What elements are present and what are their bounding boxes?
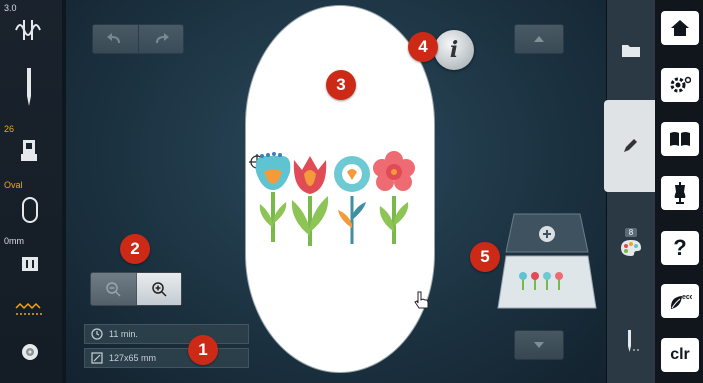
- layer-count-badge: 8: [624, 227, 638, 237]
- callout-4: 4: [408, 32, 438, 62]
- zoom-in-button[interactable]: [136, 273, 181, 305]
- layers-widget[interactable]: [492, 212, 602, 312]
- clear-label: clr: [670, 346, 690, 363]
- embroidery-time: 11 min.: [84, 324, 249, 344]
- clear-button[interactable]: clr: [661, 338, 699, 372]
- embroidery-edit-area: i 11 min. 127x65 mm 1 2 3 4 5: [66, 0, 607, 383]
- embroidery-size: 127x65 mm: [84, 348, 249, 368]
- presser-foot-icon[interactable]: [20, 140, 38, 162]
- zoom-out-button[interactable]: [91, 273, 137, 305]
- home-button[interactable]: [661, 11, 699, 45]
- callout-2: 2: [120, 234, 150, 264]
- undo-icon: [107, 33, 121, 43]
- zoom-controls: [90, 272, 182, 306]
- book-icon: [670, 132, 690, 146]
- undo-redo-group: [92, 24, 184, 54]
- stitch-number: 3.0: [4, 3, 17, 13]
- info-button[interactable]: i: [434, 30, 474, 70]
- info-icon: i: [449, 37, 459, 63]
- callout-5: 5: [470, 242, 500, 272]
- tab-color[interactable]: 8: [607, 212, 655, 272]
- callout-1: 1: [188, 335, 218, 365]
- scroll-up-button[interactable]: [514, 24, 564, 54]
- chevron-up-icon: [534, 36, 544, 42]
- svg-text:eco: eco: [682, 294, 692, 301]
- folder-icon: [622, 45, 640, 57]
- dress-form-icon: [674, 182, 686, 204]
- hand-pointer-icon: [414, 291, 429, 309]
- gear-icon: [670, 76, 691, 93]
- consultant-button[interactable]: [661, 176, 699, 210]
- embroidery-hoop[interactable]: [246, 6, 434, 372]
- clock-icon: [91, 328, 103, 340]
- layers-icon: [497, 213, 597, 309]
- size-value: 127x65 mm: [109, 353, 157, 363]
- presser-height: 0mm: [4, 236, 24, 246]
- tutorial-button[interactable]: [661, 122, 699, 156]
- tab-selection[interactable]: [607, 20, 655, 80]
- hoop-label: Oval: [4, 180, 23, 190]
- setup-button[interactable]: [661, 68, 699, 102]
- redo-icon: [155, 33, 169, 43]
- help-icon: ?: [673, 235, 687, 260]
- upper-thread-icon[interactable]: [14, 14, 44, 44]
- eco-icon: eco: [670, 294, 692, 309]
- needle-stitch-icon: [628, 330, 640, 352]
- scroll-down-button[interactable]: [514, 330, 564, 360]
- flower-design[interactable]: [246, 6, 434, 372]
- size-icon: [91, 352, 103, 364]
- undo-button[interactable]: [93, 25, 139, 53]
- zoom-out-icon: [106, 282, 121, 297]
- callout-3: 3: [326, 70, 356, 100]
- chevron-down-icon: [534, 342, 544, 348]
- system-buttons: ? eco clr: [655, 0, 703, 383]
- palette-icon: [621, 239, 641, 256]
- needle-number: 26: [4, 124, 15, 134]
- stitch-plate-icon[interactable]: [20, 254, 40, 274]
- redo-button[interactable]: [139, 25, 184, 53]
- home-icon: [671, 20, 689, 36]
- hoop-icon[interactable]: [20, 196, 40, 224]
- time-value: 11 min.: [109, 329, 138, 339]
- status-bar: 3.0 26 Oval 0mm: [0, 0, 62, 383]
- tab-stitch-out[interactable]: [607, 312, 655, 372]
- bobbin-icon[interactable]: [20, 342, 40, 362]
- help-button[interactable]: ?: [661, 231, 699, 265]
- eco-button[interactable]: eco: [661, 284, 699, 318]
- mode-tabs: 8: [604, 0, 655, 383]
- pencil-icon: [623, 139, 637, 152]
- needle-icon[interactable]: [24, 68, 34, 108]
- feed-dog-icon[interactable]: [14, 302, 44, 318]
- zoom-in-icon: [152, 282, 167, 297]
- tab-edit[interactable]: [604, 100, 655, 192]
